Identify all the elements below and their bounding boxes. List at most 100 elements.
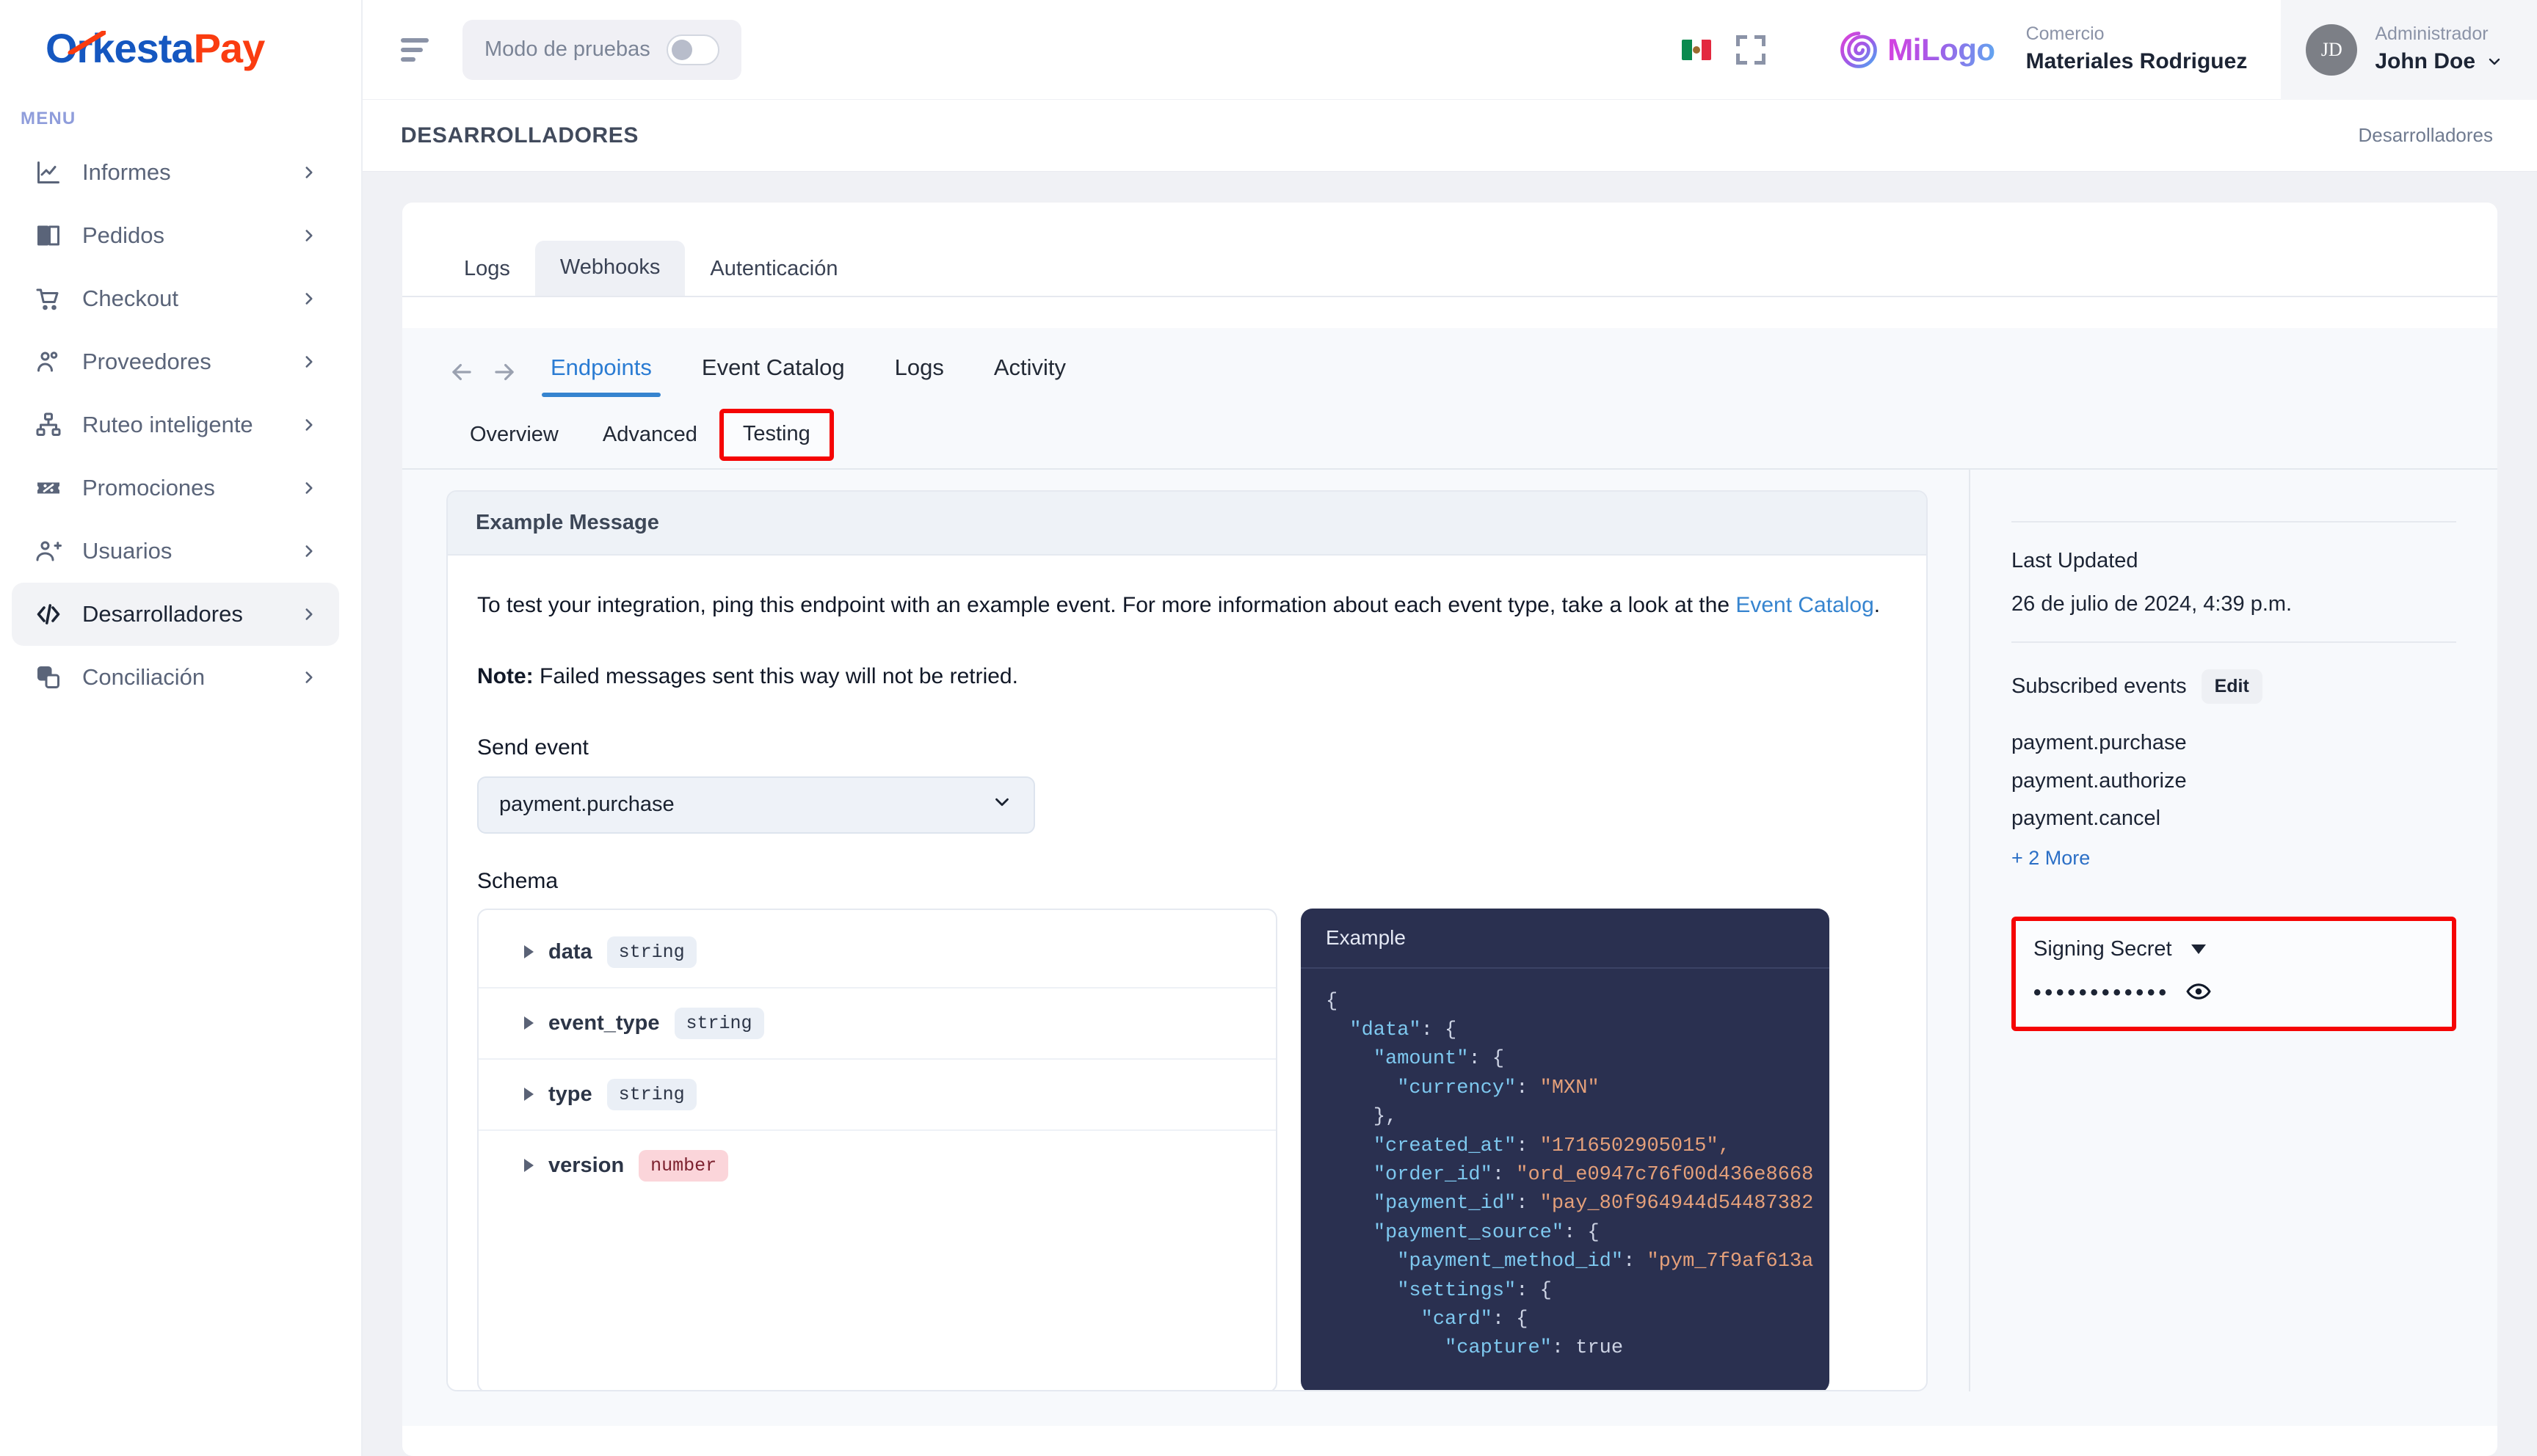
sidebar: OrkestaPay MENU Informes Pedidos Checkou… [0, 0, 363, 1456]
fullscreen-icon[interactable] [1736, 34, 1766, 65]
sidebar-item-conciliacion[interactable]: Conciliación [12, 646, 339, 709]
chevron-right-icon [300, 668, 319, 687]
schema-field-data[interactable]: data string [479, 917, 1276, 989]
chevron-right-icon [300, 542, 319, 561]
sidebar-item-usuarios[interactable]: Usuarios [12, 520, 339, 583]
sub-tab-advanced[interactable]: Advanced [581, 412, 719, 465]
schema-field-event-type[interactable]: event_type string [479, 989, 1276, 1060]
svix-tab-event-catalog[interactable]: Event Catalog [684, 347, 863, 397]
code-line: "capture": true [1445, 1337, 1624, 1360]
code-line: "payment_source": { [1373, 1221, 1600, 1244]
sub-tab-testing[interactable]: Testing [719, 409, 834, 461]
triangle-right-icon[interactable] [524, 1016, 534, 1030]
code-icon [34, 600, 63, 629]
sidebar-item-label: Ruteo inteligente [82, 412, 253, 437]
app-root: OrkestaPay MENU Informes Pedidos Checkou… [0, 0, 2537, 1456]
forward-arrow-icon[interactable] [483, 351, 526, 393]
tab-logs[interactable]: Logs [439, 242, 535, 296]
user-role: Administrador [2375, 23, 2489, 45]
schema-field-type: number [639, 1149, 729, 1182]
code-line: }, [1373, 1106, 1398, 1129]
sidebar-item-proveedores[interactable]: Proveedores [12, 330, 339, 393]
triangle-right-icon[interactable] [524, 1159, 534, 1173]
example-code-header: Example [1301, 909, 1829, 969]
sidebar-item-checkout[interactable]: Checkout [12, 267, 339, 330]
tenant-logo: MiLogo [1839, 30, 1995, 70]
sidebar-item-pedidos[interactable]: Pedidos [12, 204, 339, 267]
send-event-selected-value: payment.purchase [499, 793, 675, 817]
svix-nav: Endpoints Event Catalog Logs Activity [402, 328, 2497, 397]
hamburger-icon[interactable] [401, 33, 435, 67]
shopping-cart-icon [34, 284, 63, 313]
triangle-right-icon[interactable] [524, 1088, 534, 1102]
merchant-name: Materiales Rodriguez [2025, 49, 2248, 74]
event-catalog-link[interactable]: Event Catalog [1735, 593, 1873, 617]
code-line: "currency": "MXN" [1397, 1077, 1600, 1099]
sidebar-item-label: Desarrolladores [82, 601, 243, 627]
intro-paragraph: To test your integration, ping this endp… [477, 588, 1897, 624]
back-arrow-icon[interactable] [440, 351, 483, 393]
svix-tab-endpoints[interactable]: Endpoints [533, 347, 669, 397]
copy-layers-icon [34, 663, 63, 692]
note-label: Note: [477, 663, 534, 688]
code-line: "payment_method_id": "pym_7f9af613a [1397, 1251, 1814, 1273]
mexico-flag-icon[interactable] [1682, 39, 1712, 60]
code-line: "data": { [1349, 1019, 1457, 1041]
svix-body: Example Message To test your integration… [402, 470, 2497, 1391]
chevron-down-icon[interactable] [2486, 53, 2503, 70]
test-mode-label: Modo de pruebas [484, 37, 650, 61]
sidebar-item-desarrolladores[interactable]: Desarrolladores [12, 583, 339, 646]
user-name-wrap: John Doe [2375, 47, 2503, 77]
edit-subscribed-events-button[interactable]: Edit [2201, 669, 2262, 704]
svix-tab-activity[interactable]: Activity [976, 347, 1084, 397]
signing-secret-masked: •••••••••••• [2033, 980, 2171, 1005]
sidebar-section-label: MENU [21, 109, 76, 128]
triangle-right-icon[interactable] [524, 945, 534, 959]
user-plus-icon [34, 536, 63, 566]
signing-secret-header[interactable]: Signing Secret [2033, 937, 2434, 961]
schema-row: data string event_type string type strin… [477, 908, 1897, 1390]
breadcrumb: Desarrolladores [2358, 124, 2493, 146]
schema-field-name: event_type [548, 1011, 660, 1035]
last-updated-block: Last Updated 26 de julio de 2024, 4:39 p… [2011, 523, 2456, 643]
schema-field-version[interactable]: version number [479, 1131, 1276, 1201]
top-bar-right: MiLogo Comercio Materiales Rodriguez JD … [1682, 0, 2537, 100]
brand-logo[interactable]: OrkestaPay [0, 0, 361, 97]
tenant-logo-text: MiLogo [1887, 32, 1995, 67]
svix-tab-logs[interactable]: Logs [877, 347, 962, 397]
schema-tree: data string event_type string type strin… [477, 908, 1277, 1390]
caret-down-icon[interactable] [2191, 944, 2206, 954]
chevron-right-icon [300, 289, 319, 308]
tab-webhooks[interactable]: Webhooks [534, 241, 686, 296]
endpoint-sub-tabs: Overview Advanced Testing [402, 397, 2497, 470]
schema-field-type[interactable]: type string [479, 1060, 1276, 1131]
code-line: "created_at": "1716502905015", [1373, 1135, 1730, 1157]
sidebar-item-ruteo-inteligente[interactable]: Ruteo inteligente [12, 393, 339, 456]
example-code-panel: Example { "data": { "amount": { "currenc… [1301, 908, 1829, 1390]
schema-field-type: string [606, 936, 697, 968]
schema-field-name: version [548, 1153, 625, 1177]
spiral-icon [1840, 31, 1878, 68]
avatar: JD [2306, 23, 2358, 76]
sidebar-item-informes[interactable]: Informes [12, 141, 339, 204]
sidebar-item-promociones[interactable]: Promociones [12, 456, 339, 520]
toggle-switch[interactable] [666, 34, 719, 65]
schema-field-name: data [548, 939, 592, 964]
sidebar-item-label: Conciliación [82, 664, 206, 690]
tab-autenticacion[interactable]: Autenticación [685, 242, 863, 296]
sidebar-item-label: Promociones [82, 475, 215, 500]
example-message-header: Example Message [448, 492, 1926, 556]
subscribed-events-header: Subscribed events Edit [2011, 669, 2456, 704]
schema-label: Schema [477, 868, 559, 893]
schema-field-name: type [548, 1082, 592, 1106]
eye-icon[interactable] [2186, 979, 2211, 1008]
send-event-select[interactable]: payment.purchase [477, 776, 1035, 834]
user-menu[interactable]: JD Administrador John Doe [2281, 0, 2537, 100]
ticket-percent-icon [34, 473, 63, 503]
sidebar-item-label: Proveedores [82, 349, 211, 374]
sub-tab-overview[interactable]: Overview [448, 412, 581, 465]
signing-secret-value-row: •••••••••••• [2033, 979, 2434, 1008]
test-mode-toggle[interactable]: Modo de pruebas [462, 19, 741, 80]
show-more-events-link[interactable]: + 2 More [2011, 847, 2456, 870]
sidebar-item-label: Informes [82, 159, 171, 185]
